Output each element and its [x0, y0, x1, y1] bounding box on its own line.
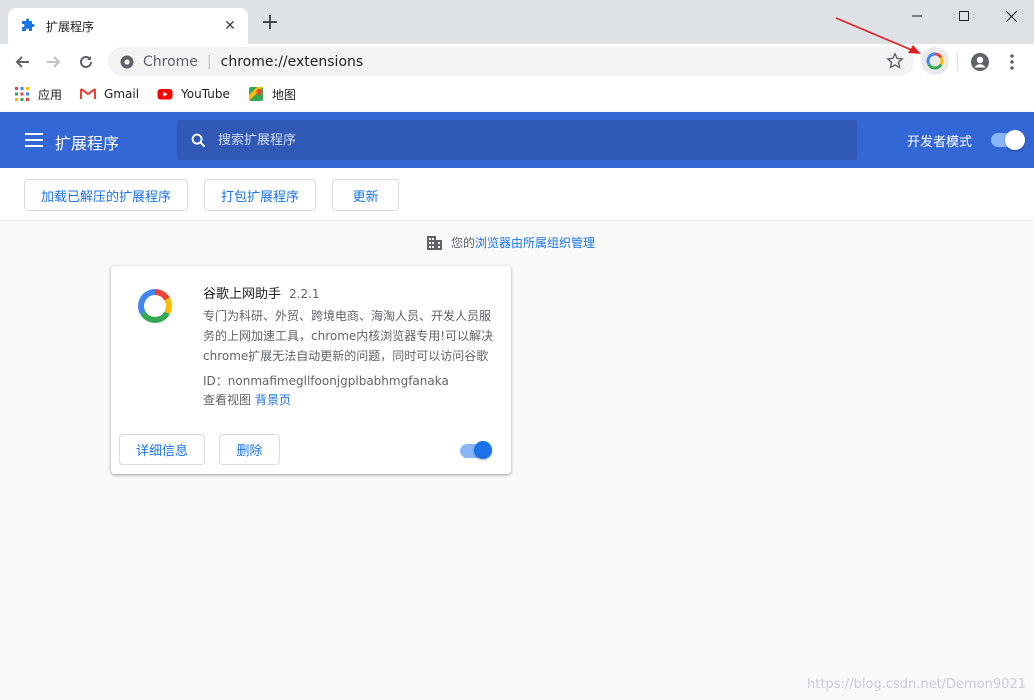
- inspect-views-row: 查看视图 背景页: [203, 391, 291, 408]
- bookmark-apps[interactable]: 应用: [14, 86, 62, 103]
- action-bar: 加载已解压的扩展程序 打包扩展程序 更新: [0, 168, 1034, 221]
- watermark: https://blog.csdn.net/Demon9021: [806, 677, 1026, 692]
- id-label: ID：: [203, 374, 228, 388]
- reload-icon: [80, 55, 92, 68]
- extension-description: 专门为科研、外贸、跨境电商、海淘人员、开发人员服务的上网加速工具，chrome内…: [203, 309, 494, 363]
- chrome-page-icon: [120, 55, 134, 68]
- close-window-button[interactable]: [988, 4, 1034, 28]
- maximize-button[interactable]: [941, 4, 987, 28]
- bookmark-label: YouTube: [181, 87, 230, 101]
- building-icon: [427, 236, 442, 250]
- extension-card: 谷歌上网助手 2.2.1 专门为科研、外贸、跨境电商、海淘人员、开发人员服务的上网…: [111, 266, 511, 474]
- update-button[interactable]: 更新: [332, 179, 399, 211]
- managed-link[interactable]: 浏览器由所属组织管理: [475, 234, 595, 251]
- pack-extension-button[interactable]: 打包扩展程序: [204, 179, 316, 211]
- maximize-icon: [959, 11, 969, 21]
- tab-title: 扩展程序: [46, 19, 95, 34]
- url-separator: |: [206, 53, 212, 70]
- dev-mode-label: 开发者模式: [907, 135, 973, 150]
- new-tab-button[interactable]: +: [258, 12, 282, 36]
- extension-search[interactable]: [177, 120, 857, 160]
- details-button[interactable]: 详细信息: [119, 434, 205, 465]
- back-arrow-icon: [15, 56, 29, 68]
- menu-button[interactable]: [998, 48, 1026, 76]
- extension-id: nonmafimegllfoonjgplbabhmgfanaka: [227, 374, 449, 388]
- bookmark-youtube[interactable]: YouTube: [157, 86, 230, 102]
- reload-button[interactable]: [72, 48, 100, 76]
- maps-icon: [248, 87, 263, 101]
- bookmarks-bar: 应用 Gmail YouTube 地图: [0, 79, 1034, 109]
- bookmark-gmail[interactable]: Gmail: [80, 86, 139, 102]
- gmail-icon: [80, 88, 97, 99]
- account-icon: [971, 53, 989, 71]
- hamburger-menu-icon[interactable]: [25, 133, 43, 147]
- extension-enable-toggle[interactable]: [460, 441, 492, 459]
- bookmark-label: Gmail: [104, 87, 140, 101]
- search-icon: [191, 133, 206, 147]
- close-tab-icon[interactable]: ✕: [222, 18, 238, 34]
- more-vert-icon: [1010, 54, 1014, 70]
- tab-extensions[interactable]: 扩展程序 ✕: [8, 8, 248, 44]
- managed-notice: 您的 浏览器由所属组织管理: [426, 234, 595, 251]
- profile-button[interactable]: [966, 48, 994, 76]
- remove-button[interactable]: 删除: [219, 434, 280, 465]
- site-chip: Chrome: [143, 53, 198, 70]
- toggle-knob: [474, 441, 492, 459]
- back-button[interactable]: [8, 48, 36, 76]
- toggle-knob: [1005, 130, 1025, 150]
- dev-mode-toggle[interactable]: [991, 130, 1025, 150]
- extension-logo-icon: [138, 289, 172, 323]
- bookmark-maps[interactable]: 地图: [248, 86, 296, 103]
- page-title: 扩展程序: [55, 134, 120, 153]
- apps-grid-icon: [15, 87, 29, 101]
- extension-id-row: ID：nonmafimegllfoonjgplbabhmgfanaka: [203, 372, 449, 389]
- annotation-arrow: [835, 17, 921, 54]
- extension-name-row: 谷歌上网助手 2.2.1: [203, 283, 320, 302]
- extension-name: 谷歌上网助手: [203, 287, 282, 302]
- toolbar-divider: [957, 53, 958, 71]
- extension-version: 2.2.1: [289, 287, 320, 301]
- address-bar[interactable]: Chrome | chrome://extensions: [108, 47, 914, 76]
- forward-arrow-icon: [47, 56, 61, 68]
- load-unpacked-button[interactable]: 加载已解压的扩展程序: [24, 179, 188, 211]
- extensions-header: 扩展程序 开发者模式: [0, 112, 1034, 168]
- background-page-link[interactable]: 背景页: [255, 393, 291, 407]
- url-text[interactable]: chrome://extensions: [221, 54, 364, 70]
- close-icon: [1005, 10, 1017, 22]
- views-label: 查看视图: [203, 393, 252, 407]
- youtube-icon: [157, 89, 173, 100]
- bookmark-label: 地图: [271, 87, 296, 102]
- bookmark-label: 应用: [38, 87, 63, 102]
- forward-button[interactable]: [40, 48, 68, 76]
- puzzle-icon: [22, 18, 35, 31]
- search-input[interactable]: [218, 132, 818, 148]
- managed-prefix: 您的: [451, 236, 476, 250]
